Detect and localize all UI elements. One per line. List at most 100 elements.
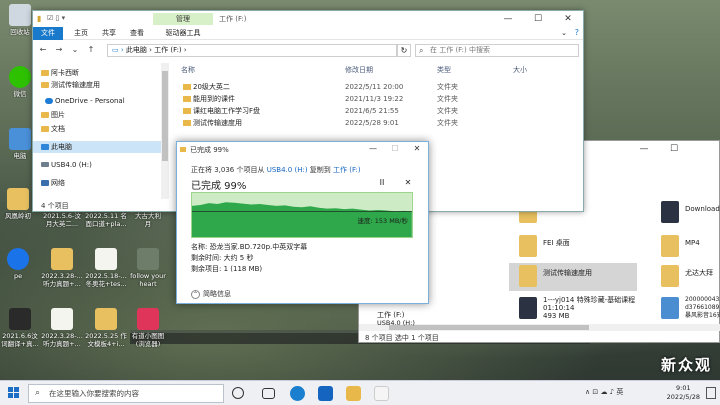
tab-manage[interactable]: 管理 bbox=[153, 13, 213, 25]
file-name: 能用到的课件 bbox=[193, 95, 235, 103]
windows-start-icon[interactable] bbox=[8, 387, 20, 399]
sidebar-item-onedrive[interactable]: OneDrive - Personal bbox=[33, 95, 161, 107]
document-glyph bbox=[95, 248, 117, 270]
sidebar-item-label: OneDrive - Personal bbox=[55, 97, 125, 105]
nav-item-usb[interactable]: USB4.0 (H:) bbox=[377, 319, 415, 327]
search-input[interactable]: ⌕ 在 工作 (F:) 中搜索 bbox=[415, 44, 579, 57]
grid-item-label: MP4 bbox=[685, 239, 700, 247]
sidebar-item-pictures[interactable]: 图片 bbox=[33, 109, 161, 121]
taskbar: ⌕ 在这里输入你要搜索的内容 ∧ ⊡ ☁ ♪ 英 9:01 2022/5/28 bbox=[0, 380, 720, 405]
file-name: 课红电脑工作学习F盘 bbox=[193, 107, 261, 115]
sidebar-item-documents[interactable]: 文档 bbox=[33, 123, 161, 135]
file-icon-7[interactable]: 2021.6.6汶 词翻译+真... bbox=[0, 308, 42, 348]
taskbar-search-input[interactable]: ⌕ 在这里输入你要搜索的内容 bbox=[28, 384, 224, 403]
minimize-icon[interactable]: — bbox=[629, 141, 659, 157]
forward-arrow-icon[interactable]: → bbox=[53, 44, 65, 56]
status-bar: 8 个项目 选中 1 个项目 bbox=[365, 334, 439, 342]
back-arrow-icon[interactable]: ← bbox=[37, 44, 49, 56]
table-row[interactable]: 课红电脑工作学习F盘 2021/6/5 21:55 文件夹 bbox=[173, 105, 581, 117]
grid-item-installer[interactable]: 2000000435_ d37661089_ 暴风影音16安 bbox=[651, 295, 720, 325]
folder-glyph bbox=[7, 188, 29, 210]
destination-link[interactable]: 工作 (F:) bbox=[333, 166, 361, 174]
youdao-icon[interactable]: 有道小图图 (浏览器) bbox=[126, 308, 170, 348]
sidebar-item-network[interactable]: 网络 bbox=[33, 177, 161, 189]
chevron-down-icon[interactable]: ⌄ bbox=[69, 44, 81, 56]
system-tray[interactable]: ∧ ⊡ ☁ ♪ 英 bbox=[585, 387, 623, 397]
info-mid: 复制到 bbox=[309, 166, 331, 174]
sidebar-item-label: 测试传输速度用 bbox=[51, 81, 100, 89]
column-header-name[interactable]: 名称 bbox=[181, 63, 195, 77]
file-icon-6[interactable]: follow your heart bbox=[126, 248, 170, 288]
scrollbar-thumb[interactable] bbox=[389, 325, 589, 330]
wechat-glyph bbox=[9, 66, 31, 88]
file-date: 2021/11/3 19:22 bbox=[345, 95, 404, 103]
folder-icon bbox=[41, 70, 49, 76]
grid-item-fei[interactable]: FEI 桌面 bbox=[509, 233, 637, 261]
sidebar-item-akashi[interactable]: 阿卡西断 bbox=[33, 67, 161, 79]
pe-icon[interactable]: pe bbox=[0, 248, 40, 280]
grid-item-speedtest[interactable]: 测试传输速度用 bbox=[509, 263, 637, 291]
task-view-icon[interactable] bbox=[262, 388, 275, 399]
tab-drive-tools[interactable]: 驱动器工具 bbox=[153, 27, 213, 40]
grid-item-video[interactable]: 1---yj014 特殊珍藏-基础课程 01:10:14 493 MB bbox=[509, 295, 637, 325]
app-icon-blue[interactable] bbox=[318, 386, 333, 401]
close-icon[interactable]: ✕ bbox=[406, 142, 428, 156]
source-link[interactable]: USB4.0 (H:) bbox=[267, 166, 308, 174]
cancel-copy-button[interactable]: ✕ bbox=[401, 178, 415, 188]
usb-drive-icon bbox=[41, 162, 49, 167]
video-thumbnail-icon bbox=[519, 297, 537, 319]
file-icon-4[interactable]: 2022.3.28-... 听力真题+... bbox=[40, 248, 84, 288]
grid-item-label: 1---yj014 特殊珍藏-基础课程 01:10:14 493 MB bbox=[543, 296, 636, 320]
maximize-icon[interactable]: ☐ bbox=[659, 141, 689, 157]
minimize-icon[interactable]: — bbox=[362, 142, 384, 156]
edge-icon[interactable] bbox=[290, 386, 305, 401]
file-name: 测试传输速度用 bbox=[193, 119, 242, 127]
refresh-icon[interactable]: ↻ bbox=[397, 44, 411, 57]
close-icon[interactable]: ✕ bbox=[553, 11, 583, 27]
cortana-icon[interactable] bbox=[232, 387, 244, 399]
taskbar-clock[interactable]: 9:01 2022/5/28 bbox=[667, 384, 700, 402]
folder-icon bbox=[180, 147, 186, 152]
tab-home[interactable]: 主页 bbox=[69, 27, 93, 40]
notification-icon[interactable] bbox=[706, 387, 716, 399]
quick-access-icon[interactable]: ☑ ▯ ▾ bbox=[47, 14, 65, 22]
column-header-size[interactable]: 大小 bbox=[513, 63, 527, 77]
file-date: 2022/5/11 20:00 bbox=[345, 83, 404, 91]
tab-share[interactable]: 共享 bbox=[97, 27, 121, 40]
column-header-date[interactable]: 修改日期 bbox=[345, 63, 373, 77]
file-icon-8[interactable]: 2022.3.28-... 听力真题+... bbox=[40, 308, 84, 348]
sidebar-item-usb[interactable]: USB4.0 (H:) bbox=[33, 159, 161, 171]
table-row[interactable]: 能用到的课件 2021/11/3 19:22 文件夹 bbox=[173, 93, 581, 105]
paint-icon[interactable] bbox=[374, 386, 389, 401]
file-icon-9[interactable]: 2022.5.25 作 文模板4+i... bbox=[84, 308, 128, 348]
table-row[interactable]: 测试传输速度用 2022/5/28 9:01 文件夹 bbox=[173, 117, 581, 129]
tab-view[interactable]: 查看 bbox=[125, 27, 149, 40]
navigation-bar: ← → ⌄ ↑ ▭ › 此电脑 › 工作 (F:) › ↻ ⌕ 在 工作 (F:… bbox=[33, 41, 583, 59]
minimize-icon[interactable]: — bbox=[493, 11, 523, 27]
copy-details: 名称: 恐龙当家.BD.720p.中英双字幕 剩余时间: 大约 5 秒 剩余项目… bbox=[191, 242, 307, 275]
pause-button[interactable]: II bbox=[375, 178, 389, 188]
maximize-icon: ☐ bbox=[391, 144, 399, 153]
maximize-icon[interactable]: ☐ bbox=[523, 11, 553, 27]
tab-file[interactable]: 文件 bbox=[33, 27, 63, 40]
sidebar-item-speedtest[interactable]: 测试传输速度用 bbox=[33, 79, 161, 91]
folder-icon bbox=[661, 265, 679, 287]
up-arrow-icon[interactable]: ↑ bbox=[85, 44, 97, 56]
grid-item-mp4[interactable]: MP4 bbox=[651, 233, 720, 261]
scrollbar-thumb[interactable] bbox=[162, 71, 168, 161]
title-bar: ▮ ☑ ▯ ▾ 管理 工作 (F:) — ☐ ✕ bbox=[33, 11, 583, 27]
grid-item-download[interactable]: Download bbox=[651, 199, 720, 227]
grid-item-yoda[interactable]: 尤达大拜 bbox=[651, 263, 720, 291]
sidebar-scrollbar[interactable] bbox=[161, 63, 169, 199]
file-explorer-icon[interactable] bbox=[346, 386, 361, 401]
column-header-type[interactable]: 类型 bbox=[437, 63, 451, 77]
app-glyph bbox=[137, 308, 159, 330]
chevron-down-icon[interactable]: ⌄ bbox=[561, 29, 567, 37]
address-bar[interactable]: ▭ › 此电脑 › 工作 (F:) › bbox=[107, 44, 397, 57]
help-icon[interactable]: ? bbox=[575, 28, 579, 37]
less-info-button[interactable]: ⌃ 简略信息 bbox=[191, 289, 231, 299]
file-icon-5[interactable]: 2022.5.18-... 冬奥花+tes... bbox=[84, 248, 128, 288]
folder-icon bbox=[183, 120, 191, 126]
sidebar-item-this-pc[interactable]: 此电脑 bbox=[33, 141, 161, 153]
table-row[interactable]: 20级大英二 2022/5/11 20:00 文件夹 bbox=[173, 81, 581, 93]
